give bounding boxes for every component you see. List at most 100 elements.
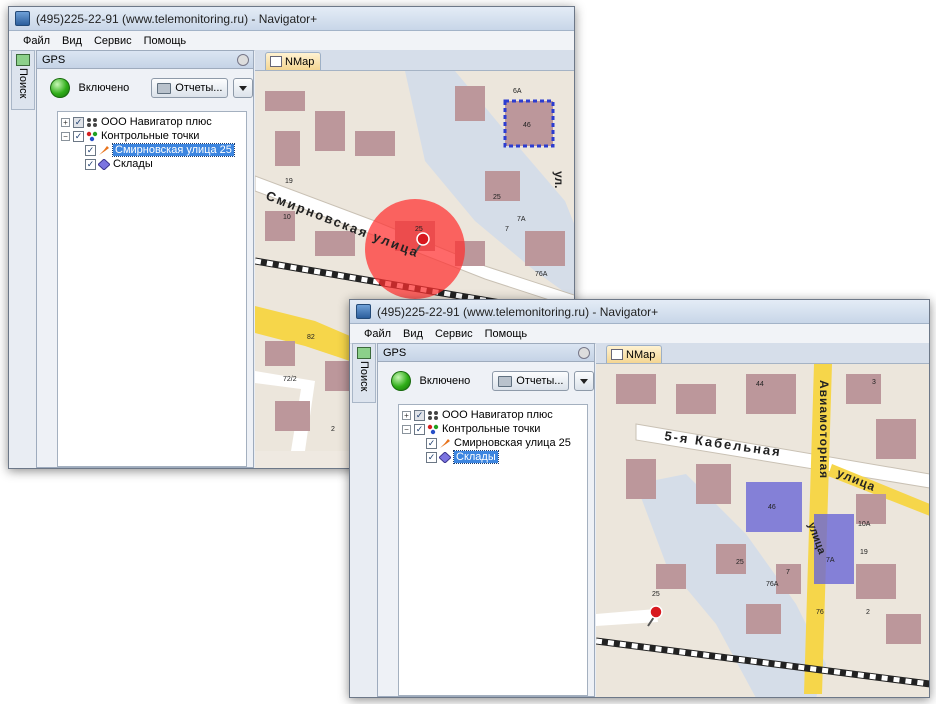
house-number: 10 — [283, 214, 291, 221]
tree-item-point2[interactable]: ✓ Склады — [58, 157, 246, 171]
menu-help[interactable]: Помощь — [144, 35, 187, 47]
house-number: 82 — [307, 334, 315, 341]
gps-panel-header: GPS — [378, 344, 594, 362]
tree-item-checkpoints[interactable]: − ✓ Контрольные точки — [399, 422, 587, 436]
tree-label-point2: Склады — [113, 158, 153, 170]
object-tree: + ✓ ООО Навигатор плюс − ✓ Контрольные т… — [57, 111, 247, 467]
map-area: NMap — [596, 343, 929, 697]
gps-controls: Включено Отчеты... — [378, 362, 594, 400]
collapse-toggle[interactable]: − — [402, 424, 411, 434]
warehouse-icon — [97, 157, 111, 171]
pin-icon[interactable] — [237, 53, 249, 66]
tab-nmap-label: NMap — [626, 348, 656, 361]
search-side-tab-label: Поиск — [17, 68, 29, 99]
menu-file[interactable]: Файл — [364, 328, 391, 340]
menu-view[interactable]: Вид — [403, 328, 423, 340]
house-number: 6А — [513, 88, 522, 95]
menu-service[interactable]: Сервис — [94, 35, 132, 47]
tree-label-company: ООО Навигатор плюс — [442, 409, 553, 421]
tree-item-company[interactable]: + ✓ ООО Навигатор плюс — [58, 115, 246, 129]
collapse-toggle[interactable]: − — [61, 131, 70, 141]
status-led[interactable] — [391, 371, 411, 391]
tree-item-point1[interactable]: ✓ Смирновская улица 25 — [58, 143, 246, 157]
gps-panel-title: GPS — [42, 53, 66, 66]
reports-button[interactable]: Отчеты... — [492, 371, 570, 391]
tree-item-checkpoints[interactable]: − ✓ Контрольные точки — [58, 129, 246, 143]
window-title: (495)225-22-91 (www.telemonitoring.ru) -… — [36, 11, 318, 26]
checkbox[interactable]: ✓ — [73, 116, 84, 128]
status-led[interactable] — [50, 78, 70, 98]
house-number: 76А — [535, 271, 548, 278]
house-number: 19 — [860, 549, 868, 556]
gps-panel: GPS Включено Отчеты... + ✓ ООО Навигатор… — [377, 343, 595, 697]
tree-label-checkpoints: Контрольные точки — [442, 423, 541, 435]
status-label: Включено — [419, 375, 471, 387]
house-number: 72/2 — [283, 376, 297, 383]
reports-button[interactable]: Отчеты... — [151, 78, 229, 98]
point-marker-icon — [439, 438, 451, 449]
tree-label-point1: Смирновская улица 25 — [112, 143, 235, 157]
house-number: 25 — [415, 226, 423, 233]
house-number: 10А — [858, 521, 871, 528]
menu-bar: Файл Вид Сервис Помощь — [350, 324, 929, 344]
reports-button-label: Отчеты... — [516, 375, 564, 387]
house-number: 25 — [736, 559, 744, 566]
house-number: 2 — [866, 609, 870, 616]
house-number: 19 — [285, 178, 293, 185]
status-label: Включено — [78, 82, 130, 94]
gps-panel-title: GPS — [383, 346, 407, 359]
map-tab-row: NMap — [596, 343, 929, 364]
house-number: 7А — [826, 557, 835, 564]
tree-item-point1[interactable]: ✓ Смирновская улица 25 — [399, 436, 587, 450]
app-icon — [15, 11, 30, 26]
house-number: 46 — [523, 122, 531, 129]
expand-toggle[interactable]: + — [61, 117, 70, 127]
map-tab-icon — [611, 349, 623, 360]
house-number: 44 — [756, 381, 764, 388]
app-icon — [356, 304, 371, 319]
reports-dropdown-button[interactable] — [233, 78, 253, 98]
tab-nmap[interactable]: NMap — [265, 52, 322, 70]
menu-file[interactable]: Файл — [23, 35, 50, 47]
house-number: 7 — [786, 569, 790, 576]
title-bar: (495)225-22-91 (www.telemonitoring.ru) -… — [350, 300, 929, 324]
reports-dropdown-button[interactable] — [574, 371, 594, 391]
expand-toggle[interactable]: + — [402, 410, 411, 420]
house-number: 76 — [816, 609, 824, 616]
pin-icon[interactable] — [578, 346, 590, 359]
search-side-tab[interactable]: Поиск — [352, 343, 376, 403]
tree-label-point2: Склады — [453, 450, 499, 464]
tree-item-point2[interactable]: ✓ Склады — [399, 450, 587, 464]
point-marker-icon — [98, 145, 110, 156]
street-label-aviamotornaya: Авиамоторная — [817, 380, 831, 479]
tree-label-checkpoints: Контрольные точки — [101, 130, 200, 142]
checkbox[interactable]: ✓ — [414, 423, 425, 435]
search-side-tab[interactable]: Поиск — [11, 50, 35, 110]
printer-icon — [157, 82, 172, 94]
menu-view[interactable]: Вид — [62, 35, 82, 47]
checkbox[interactable]: ✓ — [85, 144, 96, 156]
menu-service[interactable]: Сервис — [435, 328, 473, 340]
house-number: 7 — [505, 226, 509, 233]
tree-item-company[interactable]: + ✓ ООО Навигатор плюс — [399, 408, 587, 422]
checkbox[interactable]: ✓ — [426, 451, 437, 463]
checkbox[interactable]: ✓ — [426, 437, 437, 449]
house-number: 25 — [652, 591, 660, 598]
tab-nmap[interactable]: NMap — [606, 345, 663, 363]
checkbox[interactable]: ✓ — [85, 158, 96, 170]
checkbox[interactable]: ✓ — [73, 130, 84, 142]
map-view[interactable]: 5-я Кабельная Авиамоторная улица улица 4… — [596, 364, 929, 697]
window-title: (495)225-22-91 (www.telemonitoring.ru) -… — [377, 304, 659, 319]
warehouse-icon — [438, 450, 452, 464]
tree-label-point1: Смирновская улица 25 — [454, 437, 571, 449]
house-number: 3 — [872, 379, 876, 386]
house-number: 25 — [493, 194, 501, 201]
house-number: 7А — [517, 216, 526, 223]
gps-panel: GPS Включено Отчеты... + ✓ ООО Навигатор… — [36, 50, 254, 468]
tab-nmap-label: NMap — [285, 55, 315, 68]
menu-help[interactable]: Помощь — [485, 328, 528, 340]
checkpoints-icon — [427, 424, 439, 435]
checkbox[interactable]: ✓ — [414, 409, 425, 421]
printer-icon — [498, 375, 513, 387]
map-tab-icon — [270, 56, 282, 67]
